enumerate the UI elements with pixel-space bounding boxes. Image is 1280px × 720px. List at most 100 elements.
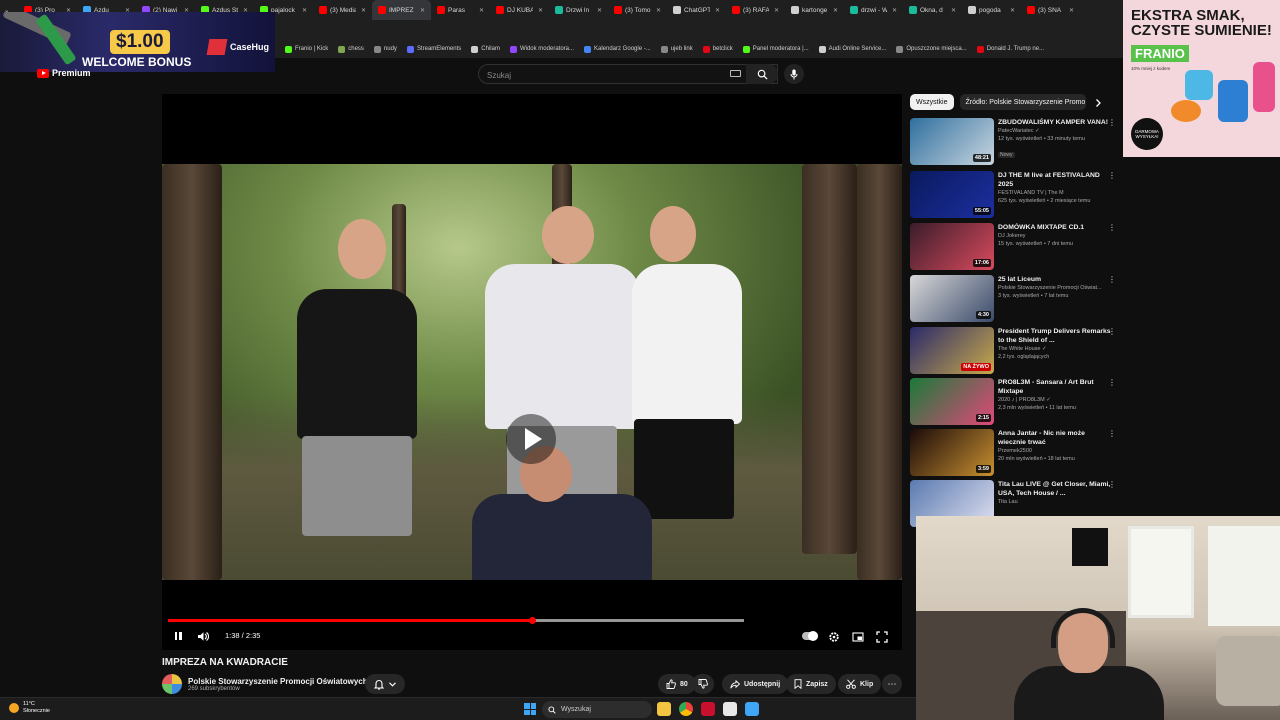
- recommended-video-title[interactable]: DJ THE M live at FESTIVALAND 2025: [998, 171, 1112, 189]
- video-thumbnail[interactable]: 17:06: [910, 223, 994, 270]
- browser-tab[interactable]: IMPREZ ✕: [372, 0, 431, 20]
- close-tab-icon[interactable]: ✕: [479, 7, 484, 14]
- browser-tab[interactable]: (3) SNA ✕: [1021, 0, 1080, 20]
- bookmark-item[interactable]: Kalendarz Google -...: [584, 45, 651, 53]
- recommended-video[interactable]: 55:05 DJ THE M live at FESTIVALAND 2025 FE…: [910, 171, 1120, 219]
- close-tab-icon[interactable]: ✕: [538, 7, 543, 14]
- app-icon[interactable]: [723, 702, 737, 716]
- recommended-video[interactable]: 48:21 ZBUDOWALIŚMY KAMPER VANA! PatecWaria…: [910, 118, 1120, 166]
- bookmark-item[interactable]: Donald J. Trump ne...: [976, 45, 1044, 53]
- video-thumbnail[interactable]: 48:21: [910, 118, 994, 165]
- recommended-video[interactable]: 2:15 PRO8L3M - Sansara / Art Brut Mixtape…: [910, 378, 1120, 426]
- bookmark-item[interactable]: nudy: [373, 45, 397, 53]
- recommended-video[interactable]: NA ŻYWO President Trump Delivers Remarks …: [910, 327, 1120, 375]
- close-tab-icon[interactable]: ✕: [1069, 7, 1074, 14]
- recommended-video[interactable]: 3:59 Anna Jantar - Nic nie może wiecznie …: [910, 429, 1120, 477]
- notepad-icon[interactable]: [745, 702, 759, 716]
- settings-button[interactable]: [828, 630, 842, 642]
- browser-tab[interactable]: (3) Tomo ✕: [608, 0, 667, 20]
- video-thumbnail[interactable]: 55:05: [910, 171, 994, 218]
- franio-ad-banner[interactable]: EKSTRA SMAK, CZYSTE SUMIENIE! FRANIO 10%…: [1123, 0, 1280, 157]
- browser-tab[interactable]: Drzwi ln ✕: [549, 0, 608, 20]
- browser-tab[interactable]: drzwi - W ✕: [844, 0, 903, 20]
- progress-bar[interactable]: [168, 617, 744, 624]
- close-tab-icon[interactable]: ✕: [951, 7, 956, 14]
- bookmark-item[interactable]: StreamElements: [406, 45, 461, 53]
- bookmark-item[interactable]: Audi Online Service...: [818, 45, 886, 53]
- browser-tab[interactable]: pogoda ✕: [962, 0, 1021, 20]
- close-tab-icon[interactable]: ✕: [1010, 7, 1015, 14]
- browser-tab[interactable]: DJ KUBA ✕: [490, 0, 549, 20]
- bookmark-item[interactable]: Chilam: [471, 45, 500, 53]
- recommended-video-title[interactable]: ZBUDOWALIŚMY KAMPER VANA!: [998, 118, 1112, 127]
- volume-button[interactable]: [196, 630, 210, 642]
- bookmark-item[interactable]: Opuszczone miejsca...: [896, 45, 967, 53]
- video-thumbnail[interactable]: 2:15: [910, 378, 994, 425]
- bookmark-item[interactable]: ujeb link: [660, 45, 693, 53]
- recommended-video-title[interactable]: Tita Lau LIVE @ Get Closer, Miami, USA, …: [998, 480, 1112, 498]
- recommended-video-title[interactable]: President Trump Delivers Remarks to the …: [998, 327, 1112, 345]
- chip-source[interactable]: Źródło: Polskie Stowarzyszenie Promo: [959, 94, 1086, 110]
- close-tab-icon[interactable]: ✕: [656, 7, 661, 14]
- windows-start-icon[interactable]: [524, 703, 536, 715]
- browser-tab[interactable]: (3) Media ✕: [313, 0, 372, 20]
- autoplay-toggle[interactable]: [802, 631, 818, 641]
- video-thumbnail[interactable]: 3:59: [910, 429, 994, 476]
- share-button[interactable]: Udostępnij: [722, 674, 789, 694]
- video-frame[interactable]: [162, 164, 902, 580]
- file-explorer-icon[interactable]: [657, 702, 671, 716]
- more-options-icon[interactable]: ⋮: [1108, 480, 1116, 489]
- keyboard-icon[interactable]: [730, 70, 741, 77]
- taskbar-search[interactable]: Wyszukaj: [542, 701, 652, 718]
- more-options-icon[interactable]: ⋮: [1108, 275, 1116, 284]
- video-thumbnail[interactable]: NA ŻYWO: [910, 327, 994, 374]
- close-tab-icon[interactable]: ✕: [892, 7, 897, 14]
- search-input[interactable]: [479, 66, 719, 85]
- browser-tab[interactable]: ChatGPT ✕: [667, 0, 726, 20]
- search-button[interactable]: [746, 64, 778, 84]
- bookmark-item[interactable]: betclick: [702, 45, 733, 53]
- close-tab-icon[interactable]: ✕: [361, 7, 366, 14]
- more-actions-button[interactable]: ⋯: [882, 674, 902, 694]
- recommended-video[interactable]: 17:06 DOMÓWKA MIXTAPE CD.1 DJ Jokerey 15 ty…: [910, 223, 1120, 271]
- progress-scrubber-handle[interactable]: [528, 617, 536, 624]
- browser-tab[interactable]: Okna, d ✕: [903, 0, 962, 20]
- save-button[interactable]: Zapisz: [786, 674, 836, 694]
- bookmark-item[interactable]: Franio | Kick: [285, 45, 328, 53]
- close-tab-icon[interactable]: ✕: [715, 7, 720, 14]
- video-thumbnail[interactable]: 4:30: [910, 275, 994, 322]
- browser-tab[interactable]: (3) RAFA ✕: [726, 0, 785, 20]
- more-options-icon[interactable]: ⋮: [1108, 171, 1116, 180]
- pause-button[interactable]: [172, 630, 184, 642]
- recommended-video-title[interactable]: Anna Jantar - Nic nie może wiecznie trwa…: [998, 429, 1112, 447]
- recommended-video[interactable]: 4:30 25 lat Liceum Polskie Stowarzyszenie …: [910, 275, 1120, 323]
- browser-tab[interactable]: kartonge ✕: [785, 0, 844, 20]
- recommended-video-title[interactable]: DOMÓWKA MIXTAPE CD.1: [998, 223, 1112, 232]
- clip-button[interactable]: Klip: [838, 674, 882, 694]
- like-button[interactable]: 80: [658, 674, 696, 694]
- close-tab-icon[interactable]: ✕: [774, 7, 779, 14]
- recommended-video-title[interactable]: PRO8L3M - Sansara / Art Brut Mixtape: [998, 378, 1112, 396]
- chip-all[interactable]: Wszystkie: [910, 94, 954, 110]
- more-options-icon[interactable]: ⋮: [1108, 378, 1116, 387]
- miniplayer-button[interactable]: [852, 630, 866, 642]
- big-play-button[interactable]: [506, 414, 556, 464]
- channel-avatar[interactable]: [162, 674, 182, 694]
- close-tab-icon[interactable]: ✕: [597, 7, 602, 14]
- chrome-icon[interactable]: [679, 702, 693, 716]
- bookmark-item[interactable]: Widok moderatora...: [509, 45, 574, 53]
- youtube-logo[interactable]: Premium: [37, 68, 91, 78]
- close-tab-icon[interactable]: ✕: [420, 7, 425, 14]
- bookmark-item[interactable]: chess: [338, 45, 364, 53]
- bookmark-item[interactable]: Panel moderatora |...: [742, 45, 809, 53]
- browser-tab[interactable]: Paras ✕: [431, 0, 490, 20]
- more-options-icon[interactable]: ⋮: [1108, 118, 1116, 127]
- chips-next-button[interactable]: [1092, 96, 1104, 108]
- dislike-button[interactable]: [692, 674, 714, 694]
- voice-search-button[interactable]: [784, 64, 804, 84]
- video-player[interactable]: 1:38 / 2:35: [162, 94, 902, 650]
- weather-widget[interactable]: 11°C Słonecznie: [9, 701, 50, 715]
- notifications-bell-button[interactable]: [365, 674, 405, 694]
- channel-name[interactable]: Polskie Stowarzyszenie Promocji Oświatow…: [188, 677, 368, 686]
- close-tab-icon[interactable]: ✕: [833, 7, 838, 14]
